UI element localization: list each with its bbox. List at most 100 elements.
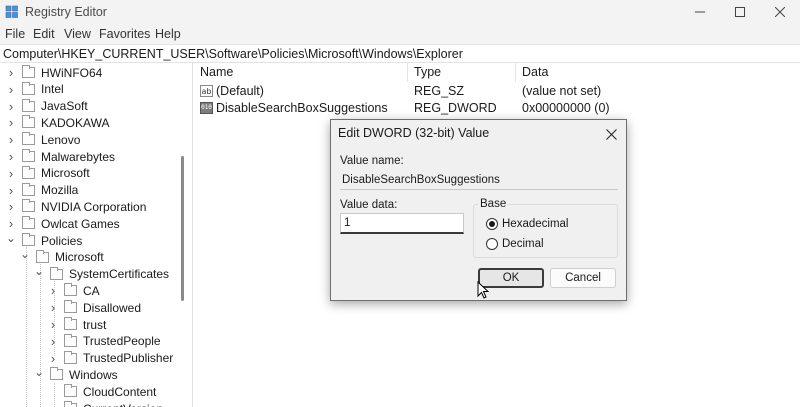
minimize-button[interactable] [680, 0, 720, 24]
value-data-input[interactable] [340, 213, 464, 234]
folder-icon [64, 384, 77, 398]
tree-item[interactable]: › Mozilla [6, 182, 78, 199]
address-bar[interactable]: Computer\HKEY_CURRENT_USER\Software\Poli… [0, 44, 800, 63]
tree-item[interactable]: › Intel [6, 81, 64, 98]
menu-bar: File Edit View Favorites Help [0, 24, 800, 44]
tree-item-label: Intel [41, 82, 64, 97]
tree-item[interactable]: › TrustedPeople [48, 333, 161, 350]
chevron-down-icon[interactable]: ⌄ [20, 247, 30, 261]
close-icon [605, 128, 617, 140]
column-header-name[interactable]: Name [194, 63, 408, 82]
edit-dword-dialog: Edit DWORD (32-bit) Value Value name: Di… [330, 119, 627, 301]
menu-help[interactable]: Help [155, 27, 181, 41]
chevron-right-icon[interactable]: › [48, 283, 58, 298]
chevron-right-icon[interactable]: › [6, 183, 16, 198]
folder-icon [22, 115, 35, 129]
value-row[interactable]: ab (Default) REG_SZ (value not set) [194, 83, 800, 100]
dialog-close-button[interactable] [599, 123, 623, 145]
chevron-right-icon[interactable]: › [6, 199, 16, 214]
tree-item[interactable]: CurrentVersion [48, 400, 163, 407]
chevron-right-icon[interactable]: › [6, 65, 16, 80]
cancel-button[interactable]: Cancel [550, 268, 616, 288]
decimal-radio[interactable]: Decimal [486, 237, 544, 251]
value-type: REG_SZ [414, 84, 465, 98]
close-button[interactable] [760, 0, 800, 24]
chevron-right-icon[interactable]: › [6, 115, 16, 130]
title-bar: Registry Editor [0, 0, 800, 24]
string-value-icon: ab [200, 85, 213, 97]
chevron-right-icon[interactable]: › [48, 317, 58, 332]
folder-icon [22, 98, 35, 112]
maximize-button[interactable] [720, 0, 760, 24]
tree-item[interactable]: ⌄ SystemCertificates [34, 264, 169, 283]
value-data: 0x00000000 (0) [522, 101, 610, 115]
chevron-right-icon[interactable]: › [48, 300, 58, 315]
window-title: Registry Editor [25, 5, 107, 19]
value-type: REG_DWORD [414, 101, 497, 115]
chevron-down-icon[interactable]: ⌄ [34, 264, 44, 278]
tree-item-label: Mozilla [41, 183, 79, 198]
tree-item[interactable]: › Microsoft [6, 165, 90, 182]
chevron-right-icon[interactable]: › [6, 216, 16, 231]
tree-item[interactable]: › Malwarebytes [6, 148, 115, 165]
folder-icon [64, 333, 77, 347]
chevron-right-icon[interactable]: › [48, 351, 58, 366]
value-data: (value not set) [522, 84, 602, 98]
tree-item[interactable]: ⌄ Policies [6, 231, 83, 249]
tree-item-label: Disallowed [83, 300, 142, 315]
base-label: Base [478, 198, 509, 210]
tree-item[interactable]: › Owlcat Games [6, 215, 120, 232]
column-header-type[interactable]: Type [408, 63, 516, 82]
folder-icon [64, 350, 77, 364]
folder-icon [22, 81, 35, 95]
decimal-label: Decimal [502, 238, 544, 250]
menu-file[interactable]: File [5, 27, 25, 41]
chevron-right-icon[interactable]: › [6, 166, 16, 181]
value-row[interactable]: 010 DisableSearchBoxSuggestions REG_DWOR… [194, 100, 800, 117]
menu-edit[interactable]: Edit [33, 27, 55, 41]
tree-item[interactable]: › KADOKAWA [6, 114, 109, 131]
tree-item[interactable]: › NVIDIA Corporation [6, 198, 146, 215]
hexadecimal-label: Hexadecimal [502, 218, 569, 230]
key-tree[interactable]: › HWiNFO64 › Intel › JavaSoft › KADOKAWA › Lenovo… [0, 63, 193, 407]
folder-icon [64, 317, 77, 330]
tree-item[interactable]: › TrustedPublisher [48, 350, 173, 367]
tree-item[interactable]: ⌄ Microsoft [20, 247, 104, 266]
menu-favorites[interactable]: Favorites [99, 27, 150, 41]
folder-icon [50, 266, 63, 280]
tree-item-label: Policies [41, 233, 83, 248]
hexadecimal-radio[interactable]: Hexadecimal [486, 217, 568, 231]
chevron-down-icon[interactable]: ⌄ [6, 231, 16, 245]
tree-item[interactable]: › trust [48, 316, 106, 333]
folder-icon [22, 199, 35, 213]
tree-item[interactable]: › CA [48, 282, 100, 299]
tree-scrollbar[interactable] [181, 156, 184, 301]
chevron-right-icon[interactable]: › [6, 132, 16, 147]
dialog-title: Edit DWORD (32-bit) Value [338, 126, 490, 140]
tree-item-label: Windows [69, 367, 118, 382]
chevron-right-icon[interactable]: › [48, 334, 58, 349]
column-header-data[interactable]: Data [516, 63, 800, 82]
tree-item[interactable]: › JavaSoft [6, 98, 88, 115]
tree-item-label: CurrentVersion [83, 402, 163, 407]
menu-view[interactable]: View [64, 27, 91, 41]
tree-item[interactable]: ⌄ Windows [34, 365, 118, 383]
tree-item[interactable]: › Disallowed [48, 299, 141, 316]
folder-icon [50, 367, 63, 381]
chevron-right-icon[interactable]: › [6, 149, 16, 164]
tree-guide [40, 264, 41, 407]
chevron-right-icon[interactable]: › [6, 82, 16, 97]
chevron-down-icon[interactable]: ⌄ [34, 365, 44, 379]
tree-item-label: JavaSoft [41, 99, 88, 114]
value-name-field: DisableSearchBoxSuggestions [340, 170, 618, 190]
chevron-right-icon[interactable]: › [6, 99, 16, 114]
tree-item[interactable]: CloudContent [48, 383, 156, 400]
folder-icon [22, 216, 35, 230]
value-data-label: Value data: [340, 199, 398, 211]
tree-item[interactable]: › HWiNFO64 [6, 64, 102, 81]
address-path[interactable]: Computer\HKEY_CURRENT_USER\Software\Poli… [3, 47, 463, 61]
folder-icon [22, 233, 35, 246]
tree-item[interactable]: › Lenovo [6, 131, 80, 148]
